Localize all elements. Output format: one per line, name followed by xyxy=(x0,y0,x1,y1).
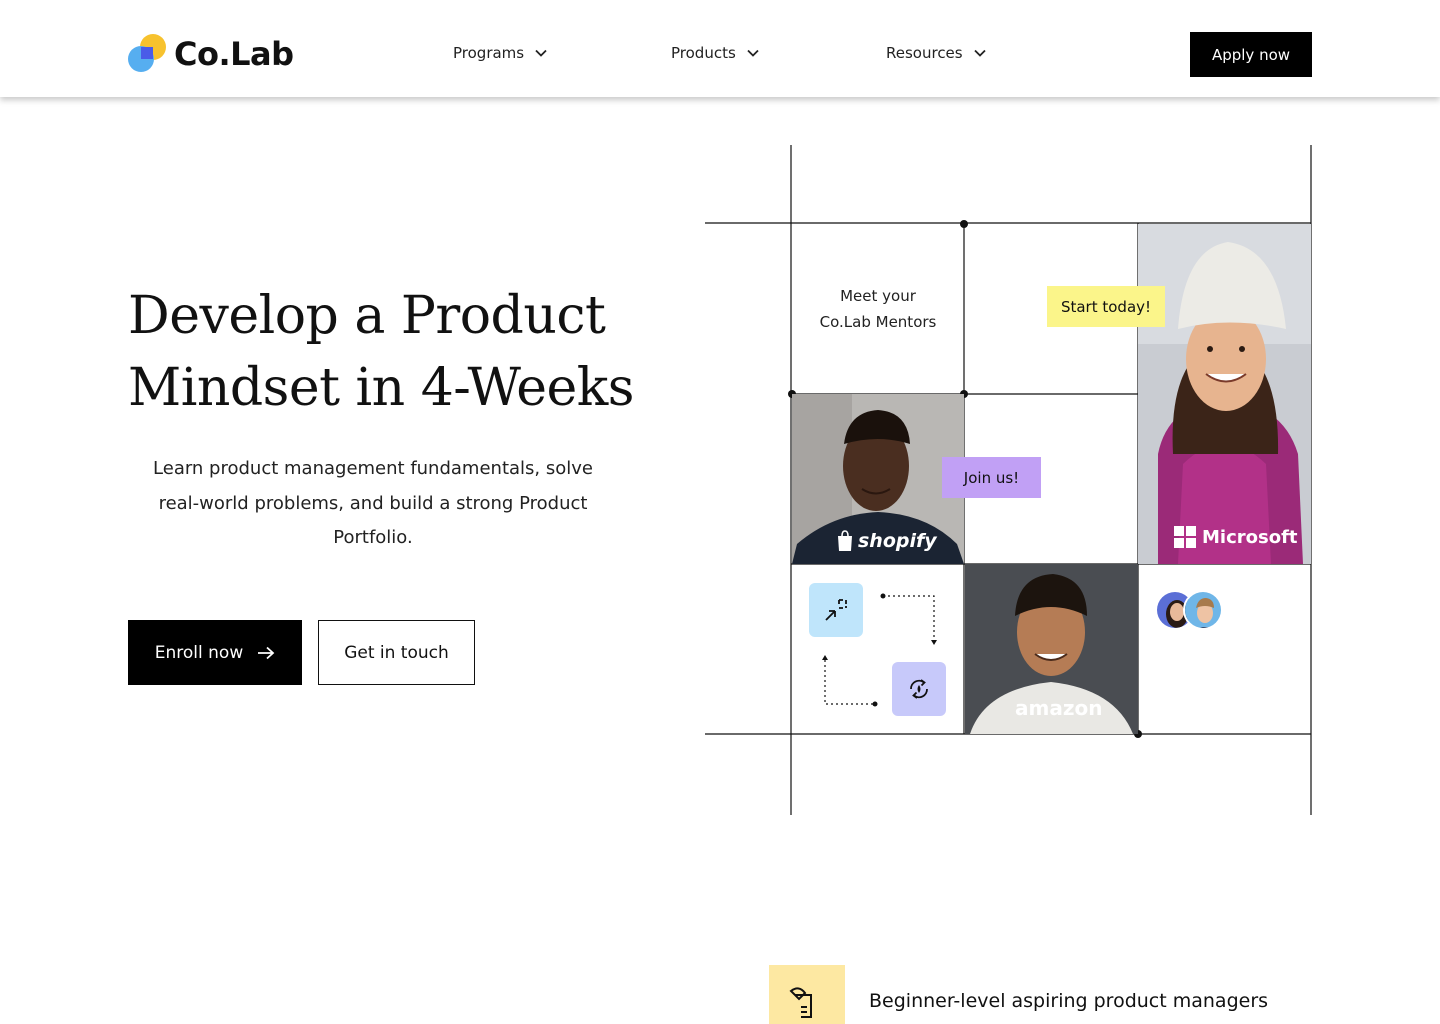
microsoft-logo-icon xyxy=(1174,526,1196,548)
logo-text: Co.Lab xyxy=(174,35,294,73)
arrow-right-icon xyxy=(258,646,275,659)
start-today-tag: Start today! xyxy=(1047,286,1165,327)
meet-mentors-text: Meet your Co.Lab Mentors xyxy=(792,283,964,335)
hero-title-line-1: Develop a Product xyxy=(128,286,606,346)
mentor-photo-microsoft: Microsoft xyxy=(1138,224,1311,564)
feature-text: Beginner-level aspiring product managers xyxy=(869,990,1269,1012)
scroll-certificate-icon xyxy=(789,987,812,1018)
hero-subtitle: Learn product management fundamentals, s… xyxy=(153,458,593,548)
meet-line-2: Co.Lab Mentors xyxy=(819,313,937,331)
enroll-now-label: Enroll now xyxy=(154,642,244,663)
chevron-down-icon xyxy=(535,49,547,57)
shopify-bag-icon xyxy=(838,530,852,551)
nav-resources-label: Resources xyxy=(886,44,963,62)
meet-line-1: Meet your xyxy=(840,287,916,305)
site-header: Co.Lab Programs Products Resources Apply… xyxy=(0,0,1440,97)
join-us-tag: Join us! xyxy=(942,457,1041,498)
hero-title: Develop a Product Mindset in 4-Weeks xyxy=(128,280,648,424)
mentor-avatars-group xyxy=(1155,590,1225,630)
hero-title-line-2: Mindset in 4-Weeks xyxy=(128,358,634,418)
brand-amazon: amazon xyxy=(1015,696,1103,720)
rotate-refresh-icon xyxy=(892,662,946,716)
nav-products-label: Products xyxy=(671,44,736,62)
nav-programs[interactable]: Programs xyxy=(453,44,548,62)
mentor-photo-amazon: amazon xyxy=(965,564,1138,734)
chevron-down-icon xyxy=(973,49,986,57)
enroll-now-button[interactable]: Enroll now xyxy=(128,620,302,685)
logo-mark-icon xyxy=(128,34,168,74)
brand-microsoft: Microsoft xyxy=(1174,526,1298,548)
chevron-down-icon xyxy=(747,49,759,57)
collapse-arrows-icon xyxy=(809,583,863,637)
avatar xyxy=(1183,590,1223,630)
nav-resources[interactable]: Resources xyxy=(886,44,987,62)
get-in-touch-button[interactable]: Get in touch xyxy=(318,620,475,685)
mentor-photo-shopify: shopify xyxy=(792,394,964,564)
feature-icon-box xyxy=(769,965,845,1024)
nav-programs-label: Programs xyxy=(453,44,525,62)
colab-logo[interactable]: Co.Lab xyxy=(128,34,294,74)
apply-now-button[interactable]: Apply now xyxy=(1190,32,1312,77)
nav-products[interactable]: Products xyxy=(671,44,760,62)
brand-shopify: shopify xyxy=(836,530,937,552)
